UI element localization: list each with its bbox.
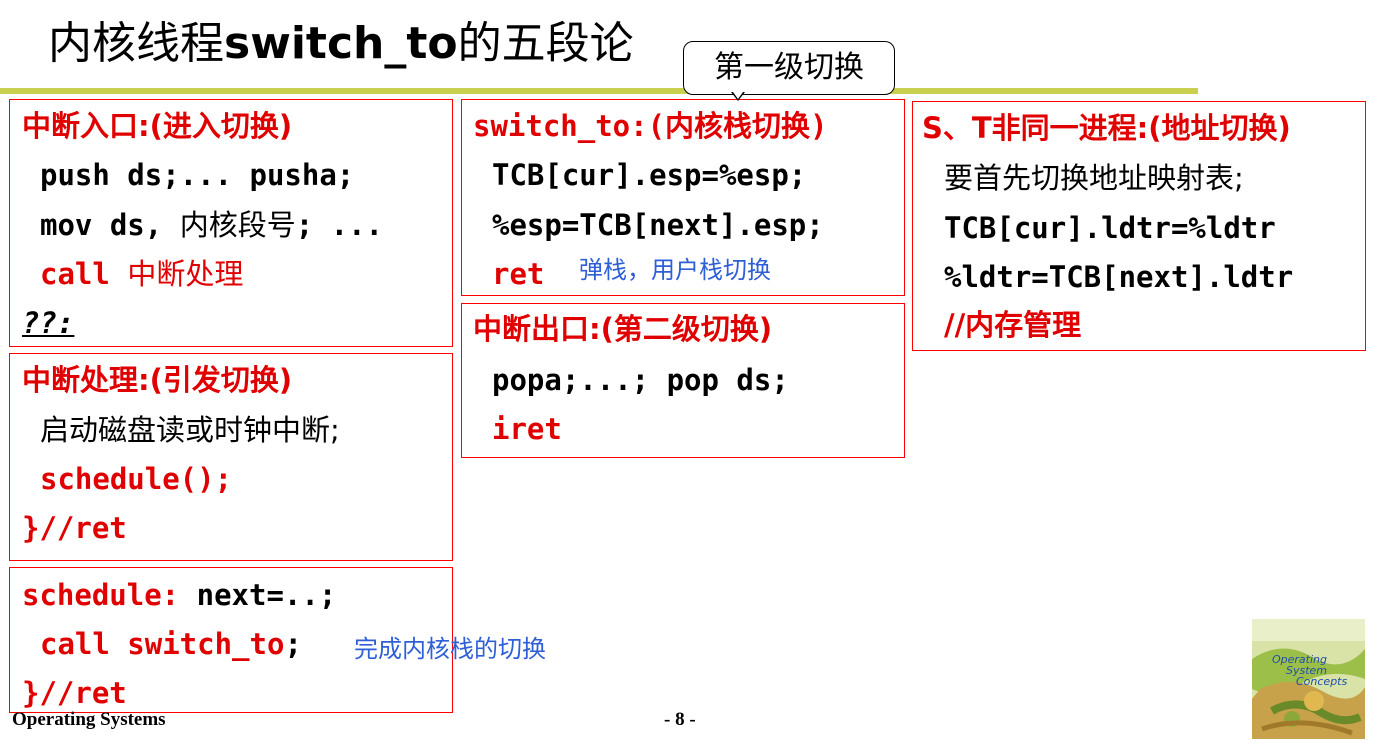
switch-to-line-2: %esp=TCB[next].esp;: [492, 208, 824, 242]
interrupt-exit-line-2: iret: [492, 412, 562, 446]
interrupt-exit-line-1: popa;...; pop ds;: [492, 363, 789, 397]
address-switch-line-3: %ldtr=TCB[next].ldtr: [944, 260, 1294, 294]
title-rule: [0, 88, 1198, 94]
interrupt-entry-heading: 中断入口:(进入切换): [22, 109, 293, 143]
footer-course-name: Operating Systems: [12, 709, 166, 730]
schedule-line-2: call switch_to;: [40, 626, 302, 662]
address-switch-line-2: TCB[cur].ldtr=%ldtr: [944, 211, 1276, 245]
interrupt-entry-line-3-b: 中断处理: [127, 257, 244, 291]
title-part-2: switch_to: [224, 18, 458, 69]
book-cover-logo: Operating System Concepts: [1252, 619, 1365, 739]
book-title-line-3: Concepts: [1296, 675, 1347, 688]
title-part-3: 的五段论: [457, 18, 634, 69]
interrupt-handler-line-2: schedule();: [40, 462, 233, 496]
interrupt-entry-line-4: ??:: [22, 306, 75, 340]
schedule-line-2-a: call switch_to: [40, 627, 285, 661]
first-level-switch-callout: 第一级切换: [683, 41, 895, 95]
address-switch-line-4: //内存管理: [944, 307, 1081, 343]
address-switch-line-4-text: //内存管理: [944, 308, 1082, 342]
interrupt-exit-heading: 中断出口:(第二级切换): [473, 312, 773, 346]
switch-to-note: 弹栈，用户栈切换: [579, 256, 771, 284]
schedule-line-1-b: next=..;: [196, 578, 337, 612]
schedule-line-2-b: ;: [284, 627, 302, 661]
interrupt-entry-line-3-a: call: [40, 257, 128, 291]
interrupt-handler-line-3: }//ret: [22, 511, 127, 545]
title-part-1: 内核线程: [48, 18, 224, 69]
interrupt-handler-line-1: 启动磁盘读或时钟中断;: [40, 413, 340, 447]
interrupt-handler-heading: 中断处理:(引发切换): [22, 363, 293, 397]
schedule-note: 完成内核栈的切换: [354, 635, 546, 663]
switch-to-line-1: TCB[cur].esp=%esp;: [492, 158, 807, 192]
interrupt-entry-line-1: push ds;... pusha;: [40, 158, 355, 192]
address-switch-heading-text: S、T非同一进程:(地址切换): [922, 111, 1291, 145]
schedule-line-3: }//ret: [22, 676, 127, 710]
switch-to-line-3: ret: [492, 257, 545, 291]
address-switch-line-1: 要首先切换地址映射表;: [944, 161, 1244, 195]
switch-to-heading-text: switch_to:(内核栈切换): [473, 109, 828, 143]
interrupt-entry-line-3: call 中断处理: [40, 256, 243, 292]
page-title: 内核线程switch_to的五段论: [48, 14, 634, 74]
callout-tail-inner: [733, 92, 743, 99]
schedule-line-1-a: schedule:: [22, 578, 197, 612]
book-cover-image: Operating System Concepts: [1252, 619, 1365, 739]
interrupt-entry-line-2-b: 内核段号: [179, 208, 296, 242]
schedule-line-1: schedule: next=..;: [22, 577, 336, 613]
footer-page-number: - 8 -: [664, 709, 696, 730]
switch-to-heading: switch_to:(内核栈切换): [473, 108, 828, 144]
interrupt-entry-line-2: mov ds, 内核段号; ...: [40, 207, 383, 243]
address-switch-heading: S、T非同一进程:(地址切换): [922, 110, 1291, 146]
interrupt-entry-line-2-a: mov ds,: [40, 208, 180, 242]
interrupt-entry-line-2-c: ; ...: [295, 208, 384, 242]
